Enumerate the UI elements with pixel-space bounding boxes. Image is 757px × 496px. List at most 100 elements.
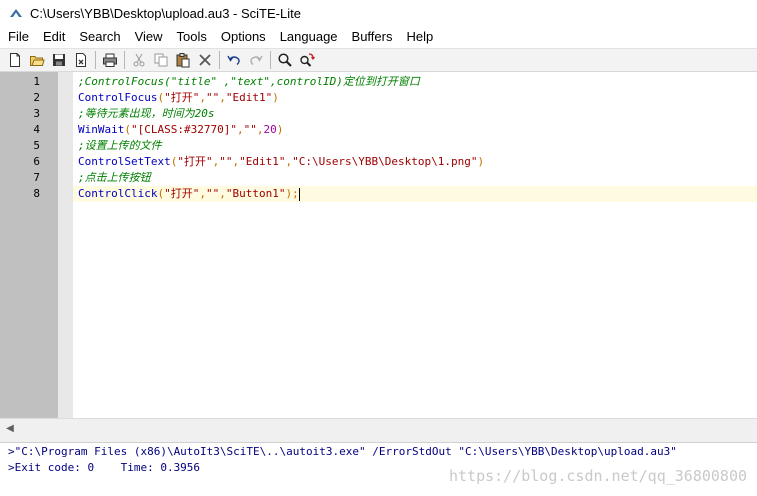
code-line[interactable]: WinWait("[CLASS:#32770]","",20) <box>78 122 283 138</box>
code-token: "打开" <box>164 187 200 200</box>
code-line[interactable]: ControlSetText("打开","","Edit1","C:\Users… <box>78 154 484 170</box>
magnifier-icon <box>278 53 292 67</box>
code-token: , <box>219 187 226 200</box>
printer-icon <box>103 53 117 67</box>
menu-bar: File Edit Search View Tools Options Lang… <box>0 26 757 48</box>
fold-margin[interactable] <box>58 72 73 418</box>
paste-clipboard-icon <box>176 53 190 68</box>
replace-button[interactable] <box>296 49 318 71</box>
code-token: "" <box>219 155 233 168</box>
close-file-button[interactable] <box>70 49 92 71</box>
toolbar-separator <box>270 51 271 69</box>
code-token: ControlClick <box>78 187 158 200</box>
line-number: 4 <box>33 123 40 136</box>
code-token: ;ControlFocus("title" ,"text",controlID)… <box>78 75 420 88</box>
code-token: ControlSetText <box>78 155 171 168</box>
output-pane[interactable]: >"C:\Program Files (x86)\AutoIt3\SciTE\.… <box>0 443 757 496</box>
code-token: "Edit1" <box>225 91 273 104</box>
watermark: https://blog.csdn.net/qq_36800800 <box>448 467 747 485</box>
text-caret <box>298 187 300 201</box>
code-token: ControlFocus <box>78 91 158 104</box>
code-token: "" <box>205 187 220 200</box>
find-replace-icon <box>300 53 315 67</box>
code-token: ;设置上传的文件 <box>78 139 162 152</box>
line-number: 5 <box>33 139 40 152</box>
code-line[interactable]: ;等待元素出现，时间为20s <box>78 106 215 122</box>
print-button[interactable] <box>99 49 121 71</box>
code-line[interactable]: ControlFocus("打开","","Edit1") <box>78 90 279 106</box>
code-token: "打开" <box>177 155 213 168</box>
line-number: 7 <box>33 171 40 184</box>
line-number: 8 <box>33 187 40 200</box>
save-disk-icon <box>53 54 65 66</box>
code-editor[interactable]: 1 2 3 4 5 6 7 8 ;ControlFocus("title" ,"… <box>0 72 757 418</box>
code-token: "[CLASS:#32770]" <box>130 123 237 136</box>
code-token: "" <box>205 91 220 104</box>
line-number: 2 <box>33 91 40 104</box>
code-token: ;等待元素出现，时间为20s <box>78 107 215 120</box>
code-token: "Edit1" <box>239 155 286 168</box>
scroll-left-arrow-icon[interactable]: ◀ <box>2 420 18 436</box>
undo-button[interactable] <box>223 49 245 71</box>
menu-search[interactable]: Search <box>72 26 127 48</box>
open-folder-icon <box>30 56 45 66</box>
copy-icon <box>154 53 168 67</box>
horizontal-scrollbar[interactable]: ◀ <box>0 418 757 437</box>
code-token: WinWait <box>78 123 125 136</box>
menu-file[interactable]: File <box>0 26 36 48</box>
menu-options[interactable]: Options <box>214 26 273 48</box>
find-button[interactable] <box>274 49 296 71</box>
toolbar <box>0 48 757 72</box>
code-token: "C:\Users\YBB\Desktop\1.png" <box>292 155 478 168</box>
close-file-icon <box>76 53 86 67</box>
code-token: ( <box>124 123 131 136</box>
line-number: 1 <box>33 75 40 88</box>
toolbar-separator <box>219 51 220 69</box>
menu-tools[interactable]: Tools <box>170 26 214 48</box>
code-token: , <box>199 187 206 200</box>
code-line[interactable]: ;ControlFocus("title" ,"text",controlID)… <box>78 74 420 90</box>
menu-buffers[interactable]: Buffers <box>345 26 400 48</box>
menu-language[interactable]: Language <box>273 26 345 48</box>
code-token: , <box>236 123 244 136</box>
cut-button[interactable] <box>128 49 150 71</box>
output-line: >Exit code: 0 Time: 0.3956 <box>8 461 201 474</box>
toolbar-separator <box>124 51 125 69</box>
output-line: >"C:\Program Files (x86)\AutoIt3\SciTE\.… <box>8 445 677 458</box>
open-file-button[interactable] <box>26 49 48 71</box>
save-button[interactable] <box>48 49 70 71</box>
new-file-button[interactable] <box>4 49 26 71</box>
code-line[interactable]: ;设置上传的文件 <box>78 138 162 154</box>
code-token: , <box>219 91 226 104</box>
code-token: ) <box>276 123 284 136</box>
code-line[interactable]: ControlClick("打开","","Button1"); <box>78 186 300 202</box>
title-bar: C:\Users\YBB\Desktop\upload.au3 - SciTE-… <box>0 0 757 26</box>
new-file-icon <box>10 53 20 67</box>
line-number-margin: 1 2 3 4 5 6 7 8 <box>0 72 58 418</box>
redo-button[interactable] <box>245 49 267 71</box>
line-number: 6 <box>33 155 40 168</box>
code-token: "Button1" <box>225 187 286 200</box>
code-token: "" <box>243 123 257 136</box>
code-token: ;点击上传按钮 <box>78 171 151 184</box>
toolbar-separator <box>95 51 96 69</box>
menu-edit[interactable]: Edit <box>36 26 72 48</box>
undo-arrow-icon <box>227 55 240 66</box>
code-line[interactable]: ;点击上传按钮 <box>78 170 151 186</box>
code-token: "打开" <box>164 91 200 104</box>
code-token: , <box>199 91 206 104</box>
redo-arrow-icon <box>250 55 263 66</box>
code-token: ); <box>285 187 299 200</box>
code-token: 20 <box>263 123 277 136</box>
scissors-icon <box>133 53 145 67</box>
line-number: 3 <box>33 107 40 120</box>
menu-view[interactable]: View <box>128 26 170 48</box>
code-token: ) <box>272 91 279 104</box>
delete-x-icon <box>199 54 211 66</box>
paste-button[interactable] <box>172 49 194 71</box>
delete-button[interactable] <box>194 49 216 71</box>
code-token: ) <box>477 155 485 168</box>
window-title: C:\Users\YBB\Desktop\upload.au3 - SciTE-… <box>30 5 301 21</box>
copy-button[interactable] <box>150 49 172 71</box>
menu-help[interactable]: Help <box>399 26 440 48</box>
